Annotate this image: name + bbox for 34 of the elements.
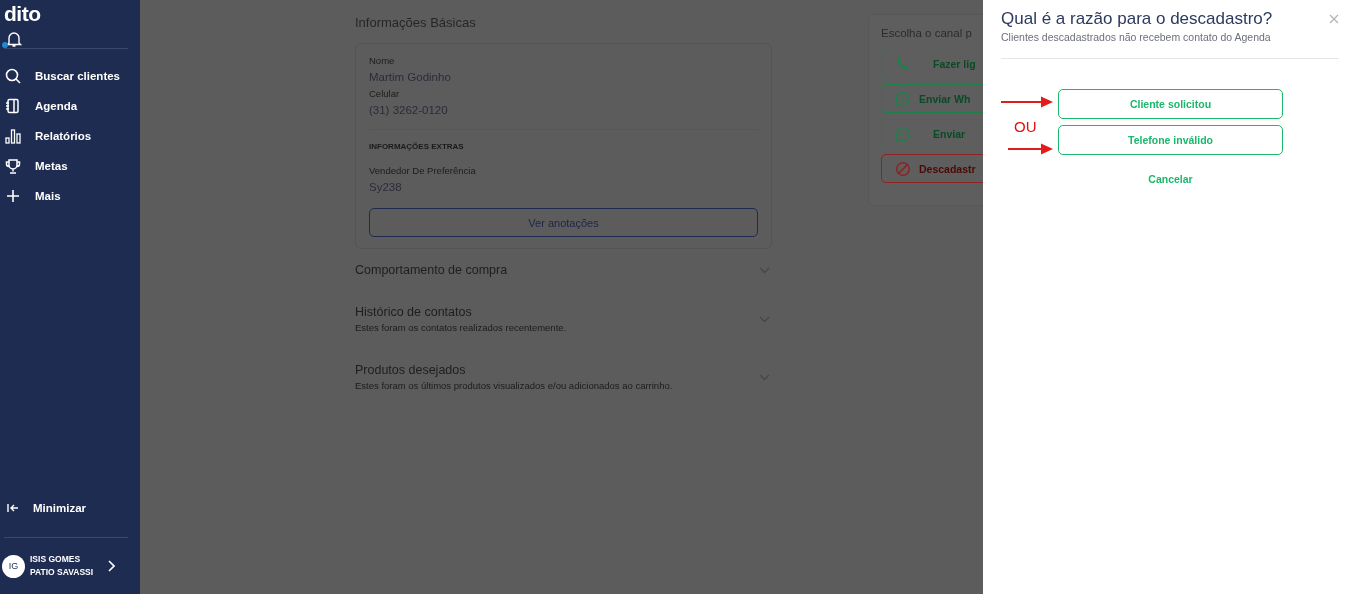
chat-bubble-icon xyxy=(895,125,911,142)
prohibited-icon xyxy=(895,160,911,177)
plus-icon xyxy=(5,188,21,204)
subsection-heading: INFORMAÇÕES EXTRAS xyxy=(369,142,464,151)
view-notes-button[interactable]: Ver anotações xyxy=(369,208,758,237)
dialog-title: Qual é a razão para o descadastro? xyxy=(1001,8,1273,30)
chevron-right-icon[interactable] xyxy=(107,560,116,572)
trophy-icon xyxy=(5,158,21,174)
nav-item[interactable]: Mais xyxy=(0,181,140,211)
accordion-title: Histórico de contatos xyxy=(355,305,472,319)
minimize-button[interactable]: Minimizar xyxy=(0,493,140,523)
reason-button[interactable]: Cliente solicitou xyxy=(1058,89,1283,119)
chat-bubble-phone-icon xyxy=(895,90,911,107)
notebook-icon xyxy=(5,98,21,114)
nav-item[interactable]: Agenda xyxy=(0,91,140,121)
collapse-arrow-icon xyxy=(7,503,19,513)
field-label: Nome xyxy=(369,55,395,66)
nav-item[interactable]: Metas xyxy=(0,151,140,181)
accordion-title: Produtos desejados xyxy=(355,363,466,377)
bar-chart-icon xyxy=(5,128,21,144)
bell-icon xyxy=(6,30,22,48)
dialog-subtitle: Clientes descadastrados não recebem contato do Agenda xyxy=(1001,31,1272,43)
annotation-text: OU xyxy=(1014,118,1037,135)
app-logo[interactable]: dito xyxy=(0,0,41,26)
user-avatar[interactable]: IG xyxy=(2,554,25,578)
store-name: PATIO SAVASSI xyxy=(30,566,94,579)
user-name: ISIS GOMES xyxy=(30,553,82,566)
reason-button[interactable]: Telefone inválido xyxy=(1058,125,1283,155)
nav-item[interactable]: Relatórios xyxy=(0,121,140,151)
nav-item[interactable]: Buscar clientes xyxy=(0,61,140,91)
search-icon xyxy=(5,68,21,84)
accordion-title: Comportamento de compra xyxy=(355,263,508,277)
phone-icon xyxy=(895,55,911,72)
accordion-header[interactable]: Comportamento de compra xyxy=(355,263,772,277)
